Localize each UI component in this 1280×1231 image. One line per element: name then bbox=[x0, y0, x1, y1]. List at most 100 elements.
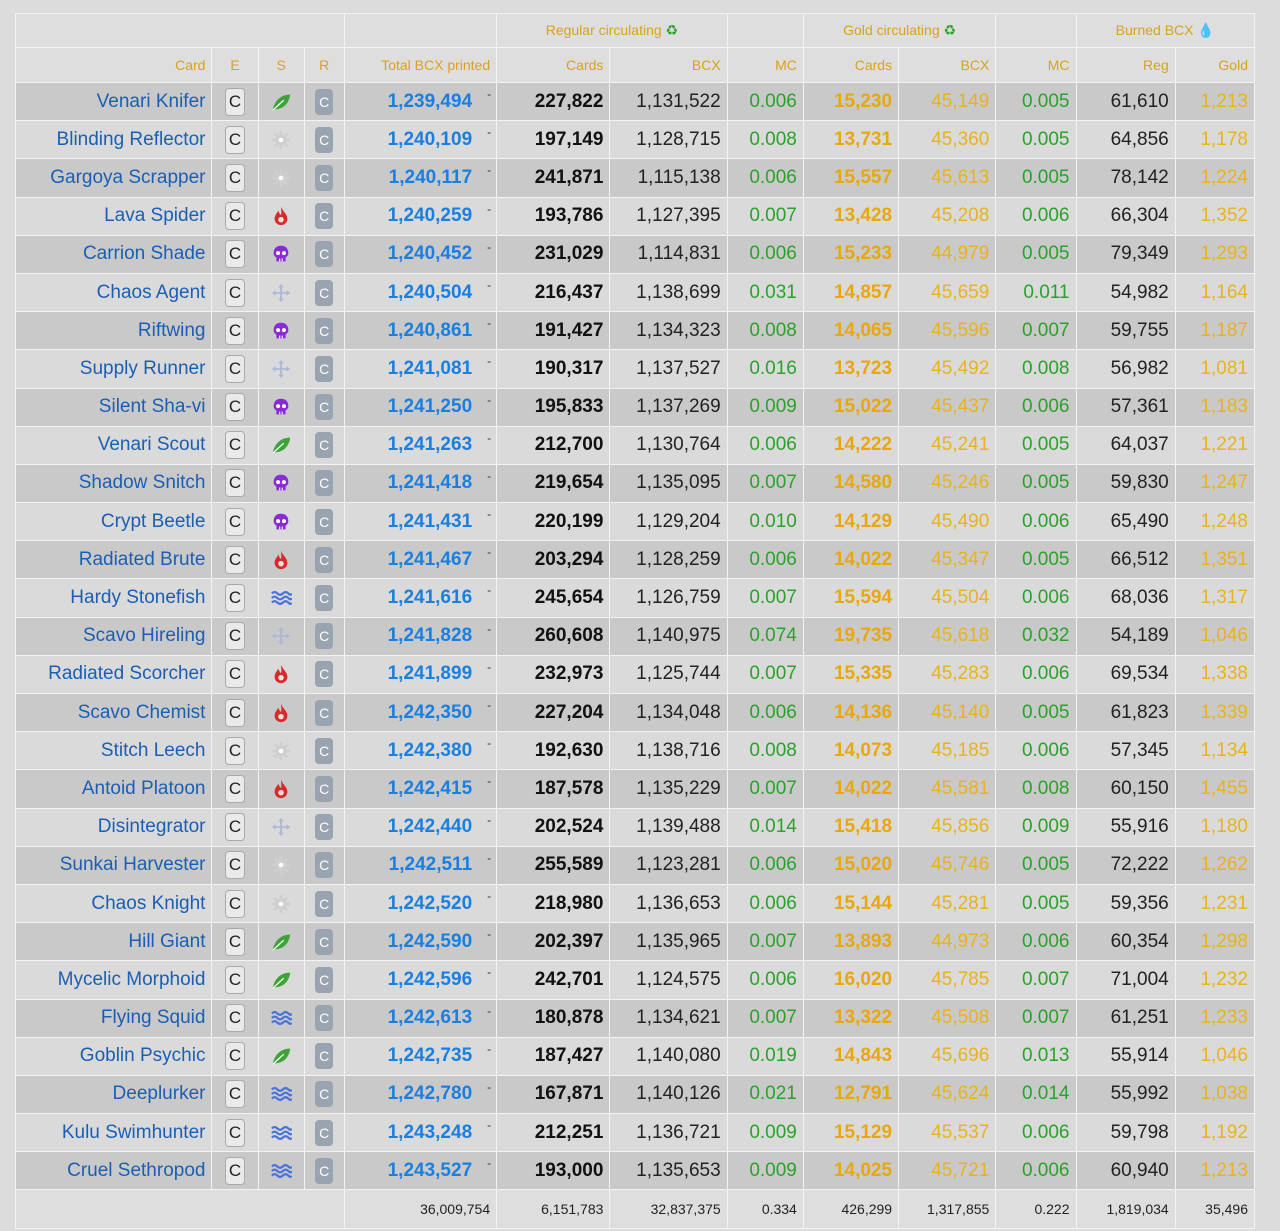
card-name-link[interactable]: Scavo Chemist bbox=[14, 692, 213, 733]
burned-gold: 1,455 bbox=[1174, 769, 1256, 809]
card-stats-table-container: Regular circulating ♻ Gold circulating ♻… bbox=[14, 13, 1256, 1230]
col-header-total-bcx[interactable]: Total BCX printed bbox=[343, 47, 498, 83]
col-header-card[interactable]: Card bbox=[14, 47, 213, 83]
regular-cards-sum: 6,151,783 bbox=[496, 1189, 611, 1230]
col-header-gold-bcx[interactable]: BCX bbox=[898, 47, 997, 83]
card-name-link[interactable]: Disintegrator bbox=[14, 807, 213, 847]
card-name-link[interactable]: Sunkai Harvester bbox=[14, 845, 213, 885]
edition-badge: C bbox=[225, 393, 246, 422]
card-name-link[interactable]: Cruel Sethropod bbox=[14, 1151, 213, 1191]
card-name-link[interactable]: Venari Knifer bbox=[14, 81, 213, 122]
card-name-link[interactable]: Carrion Shade bbox=[14, 234, 213, 274]
gold-bcx: 45,246 bbox=[898, 463, 997, 504]
col-header-regular-mc[interactable]: MC bbox=[726, 47, 804, 83]
regular-mc: 0.016 bbox=[726, 349, 804, 389]
edition-badge: C bbox=[225, 431, 246, 460]
card-name-link[interactable]: Chaos Agent bbox=[14, 272, 213, 313]
card-name-link[interactable]: Crypt Beetle bbox=[14, 502, 213, 542]
splinter-cell bbox=[257, 272, 305, 313]
rarity-cell: C bbox=[303, 769, 345, 809]
card-name-link[interactable]: Hardy Stonefish bbox=[14, 578, 213, 618]
gold-cards: 15,020 bbox=[802, 845, 900, 885]
card-name-link[interactable]: Shadow Snitch bbox=[14, 463, 213, 504]
col-header-regular-cards[interactable]: Cards bbox=[496, 47, 611, 83]
col-header-rarity[interactable]: R bbox=[303, 47, 345, 83]
table-row: Mycelic Morphoid C C 1,242,596- 242,701 … bbox=[14, 960, 1256, 1000]
col-header-gold-cards[interactable]: Cards bbox=[802, 47, 900, 83]
burned-gold: 1,338 bbox=[1174, 654, 1256, 695]
card-name-link[interactable]: Chaos Knight bbox=[14, 883, 213, 924]
gold-cards: 13,723 bbox=[802, 349, 900, 389]
table-row: Sunkai Harvester C C 1,242,511- 255,589 … bbox=[14, 845, 1256, 885]
table-row: Lava Spider C C 1,240,259- 193,786 1,127… bbox=[14, 196, 1256, 236]
gold-bcx: 45,347 bbox=[898, 540, 997, 580]
col-header-edition[interactable]: E bbox=[211, 47, 259, 83]
edition-badge: C bbox=[225, 660, 246, 689]
regular-cards: 202,397 bbox=[496, 922, 611, 962]
total-bcx-printed: 1,241,250- bbox=[343, 387, 498, 427]
splinter-cell bbox=[257, 578, 305, 618]
col-header-regular-bcx[interactable]: BCX bbox=[609, 47, 728, 83]
regular-mc: 0.010 bbox=[726, 502, 804, 542]
burned-gold: 1,192 bbox=[1174, 1113, 1256, 1153]
rarity-badge: C bbox=[315, 317, 334, 344]
rarity-badge: C bbox=[315, 737, 334, 764]
card-name-link[interactable]: Riftwing bbox=[14, 311, 213, 351]
card-name-link[interactable]: Silent Sha-vi bbox=[14, 387, 213, 427]
col-header-burned-gold[interactable]: Gold bbox=[1174, 47, 1256, 83]
card-name-link[interactable]: Flying Squid bbox=[14, 998, 213, 1038]
regular-cards: 227,822 bbox=[496, 81, 611, 122]
card-name-link[interactable]: Goblin Psychic bbox=[14, 1036, 213, 1076]
dash-marker: - bbox=[487, 927, 492, 942]
col-header-splinter[interactable]: S bbox=[257, 47, 305, 83]
col-header-burned-reg[interactable]: Reg bbox=[1075, 47, 1176, 83]
gold-mc: 0.011 bbox=[995, 272, 1077, 313]
card-name-link[interactable]: Mycelic Morphoid bbox=[14, 960, 213, 1000]
card-name-link[interactable]: Gargoya Scrapper bbox=[14, 158, 213, 198]
card-name-link[interactable]: Venari Scout bbox=[14, 425, 213, 465]
recycle-icon: ♻ bbox=[943, 22, 957, 38]
table-row: Stitch Leech C C 1,242,380- 192,630 1,13… bbox=[14, 731, 1256, 771]
table-row: Silent Sha-vi C C 1,241,250- 195,833 1,1… bbox=[14, 387, 1256, 427]
gold-cards: 15,418 bbox=[802, 807, 900, 847]
card-name-link[interactable]: Lava Spider bbox=[14, 196, 213, 236]
dash-marker: - bbox=[487, 125, 492, 140]
splinter-cell bbox=[257, 463, 305, 504]
edition-badge: C bbox=[225, 202, 246, 231]
card-name-link[interactable]: Hill Giant bbox=[14, 922, 213, 962]
regular-bcx: 1,136,653 bbox=[609, 883, 728, 924]
rarity-badge: C bbox=[315, 203, 334, 230]
card-name-link[interactable]: Antoid Platoon bbox=[14, 769, 213, 809]
card-name-link[interactable]: Radiated Brute bbox=[14, 540, 213, 580]
col-header-gold-mc[interactable]: MC bbox=[995, 47, 1077, 83]
burned-gold: 1,231 bbox=[1174, 883, 1256, 924]
regular-cards: 187,427 bbox=[496, 1036, 611, 1076]
gear-icon bbox=[270, 167, 292, 188]
regular-mc-sum: 0.334 bbox=[726, 1189, 804, 1230]
card-name-link[interactable]: Deeplurker bbox=[14, 1074, 213, 1115]
card-name-link[interactable]: Supply Runner bbox=[14, 349, 213, 389]
card-name-link[interactable]: Blinding Reflector bbox=[14, 120, 213, 160]
regular-bcx: 1,126,759 bbox=[609, 578, 728, 618]
regular-mc: 0.007 bbox=[726, 769, 804, 809]
burned-gold: 1,224 bbox=[1174, 158, 1256, 198]
regular-bcx: 1,135,965 bbox=[609, 922, 728, 962]
card-name-link[interactable]: Stitch Leech bbox=[14, 731, 213, 771]
gold-bcx: 45,437 bbox=[898, 387, 997, 427]
regular-bcx: 1,138,716 bbox=[609, 731, 728, 771]
gold-bcx: 45,490 bbox=[898, 502, 997, 542]
table-row: Chaos Knight C C 1,242,520- 218,980 1,13… bbox=[14, 883, 1256, 924]
gold-cards: 16,020 bbox=[802, 960, 900, 1000]
regular-bcx: 1,138,699 bbox=[609, 272, 728, 313]
card-name-link[interactable]: Radiated Scorcher bbox=[14, 654, 213, 695]
total-bcx-printed: 1,239,494- bbox=[343, 81, 498, 122]
total-bcx-printed: 1,240,861- bbox=[343, 311, 498, 351]
edition-cell: C bbox=[211, 1113, 259, 1153]
total-bcx-printed: 1,243,527- bbox=[343, 1151, 498, 1191]
dragon-cross-icon bbox=[270, 282, 292, 303]
burned-reg: 71,004 bbox=[1075, 960, 1176, 1000]
card-name-link[interactable]: Kulu Swimhunter bbox=[14, 1113, 213, 1153]
rarity-badge: C bbox=[315, 470, 334, 497]
edition-cell: C bbox=[211, 845, 259, 885]
card-name-link[interactable]: Scavo Hireling bbox=[14, 616, 213, 656]
